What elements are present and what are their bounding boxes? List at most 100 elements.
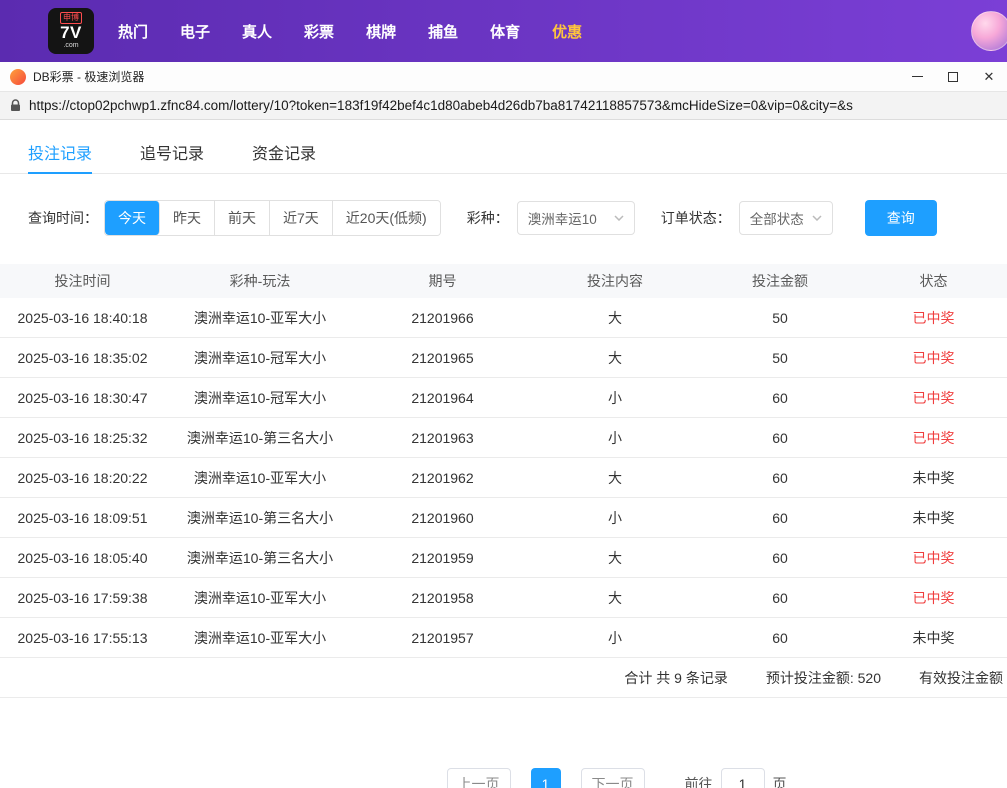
goto-page-group: 前往 页 [685,768,787,788]
goto-label: 前往 [684,776,713,788]
cell-game-play: 澳洲幸运10-冠军大小 [193,389,327,406]
user-avatar[interactable] [971,11,1007,51]
tab-chase-records[interactable]: 追号记录 [140,130,204,173]
goto-suffix: 页 [772,776,787,788]
cell-bet-content: 大 [608,349,622,366]
time-filter-button[interactable]: 前天 [215,201,270,235]
nav-item-slots[interactable]: 电子 [180,21,210,42]
cell-bet-amount: 60 [772,589,788,606]
tab-fund-records[interactable]: 资金记录 [252,130,316,173]
minimize-button[interactable] [899,62,935,92]
cell-bet-time: 2025-03-16 18:35:02 [17,349,148,366]
cell-bet-content: 小 [608,429,622,446]
cell-bet-amount: 60 [772,429,788,446]
browser-titlebar: DB彩票 - 极速浏览器 ✕ [0,62,1007,92]
cell-status: 已中奖 [912,549,955,566]
summary-valid-amount: 有效投注金额 [919,669,1003,686]
cell-bet-amount: 50 [772,349,788,366]
brand-logo[interactable]: 申博 7V .com [48,8,94,54]
tab-bet-records[interactable]: 投注记录 [28,130,93,174]
titlebar-left: DB彩票 - 极速浏览器 [10,68,144,85]
cell-bet-time: 2025-03-16 18:25:32 [17,429,148,446]
table-row: 2025-03-16 18:05:40 澳洲幸运10-第三名大小 21201959 大… [0,538,1007,578]
nav-item-promo[interactable]: 优惠 [552,21,582,42]
column-header: 投注时间 [54,273,111,289]
nav-item-fishing[interactable]: 捕鱼 [428,21,458,42]
cell-issue-number: 21201963 [411,429,474,446]
nav-items: 热门 电子 真人 彩票 棋牌 捕鱼 体育 优惠 [102,21,598,42]
cell-bet-time: 2025-03-16 17:59:38 [17,589,148,606]
nav-item-sports[interactable]: 体育 [490,21,520,42]
goto-page-input[interactable] [720,768,765,788]
chevron-down-icon [614,215,624,221]
status-select[interactable]: 全部状态 [738,201,833,235]
cell-game-play: 澳洲幸运10-第三名大小 [186,429,334,446]
column-header: 状态 [919,273,948,289]
cell-bet-content: 大 [608,469,622,486]
cell-status: 未中奖 [912,509,955,526]
next-page-button[interactable]: 下一页 [580,768,645,788]
cell-bet-content: 大 [608,549,622,566]
cell-bet-content: 大 [608,589,622,606]
cell-bet-time: 2025-03-16 18:09:51 [17,509,148,526]
cell-game-play: 澳洲幸运10-亚军大小 [193,629,327,646]
nav-item-live[interactable]: 真人 [242,21,272,42]
url-bar[interactable]: https://ctop02pchwp1.zfnc84.com/lottery/… [0,92,1007,120]
close-button[interactable]: ✕ [971,62,1007,92]
time-filter-button[interactable]: 近20天(低频) [332,201,440,235]
time-filter-button[interactable]: 近7天 [270,201,333,235]
cell-issue-number: 21201964 [411,389,474,406]
cell-status: 已中奖 [912,309,955,326]
chevron-down-icon [812,215,822,221]
table-body: 2025-03-16 18:40:18 澳洲幸运10-亚军大小 21201966 大 5… [0,298,1007,658]
time-filter-button[interactable]: 今天 [105,201,160,235]
status-filter-label: 订单状态： [660,210,731,226]
brand-logo-domain: .com [63,42,79,49]
cell-game-play: 澳洲幸运10-冠军大小 [193,349,327,366]
cell-game-play: 澳洲幸运10-亚军大小 [193,469,327,486]
nav-item-lottery[interactable]: 彩票 [304,21,334,42]
search-button[interactable]: 查询 [864,200,937,236]
cell-bet-amount: 60 [772,469,788,486]
time-filter-label: 查询时间： [28,210,98,226]
cell-bet-amount: 60 [772,509,788,526]
screen: 申博 7V .com 热门 电子 真人 彩票 棋牌 捕鱼 体育 优惠 DB彩票 - 极速浏览器… [0,0,1007,788]
nav-item-cards[interactable]: 棋牌 [366,21,396,42]
prev-page-button[interactable]: 上一页 [446,768,511,788]
lottery-records-page: 投注记录 追号记录 资金记录 查询时间： 今天 昨天 前天 近7天 近20天(低频) 彩种：… [0,120,1007,788]
lottery-select-value: 澳洲幸运10 [527,212,597,227]
time-filter-button[interactable]: 昨天 [160,201,215,235]
column-header: 投注金额 [752,273,808,289]
maximize-icon [948,71,958,82]
minimize-icon [911,76,923,77]
maximize-button[interactable] [935,62,971,92]
cell-game-play: 澳洲幸运10-第三名大小 [186,509,334,526]
cell-issue-number: 21201962 [411,469,474,486]
cell-status: 已中奖 [912,389,955,406]
filter-bar: 查询时间： 今天 昨天 前天 近7天 近20天(低频) 彩种： 澳洲幸运10 订单状态：… [0,200,1007,236]
brand-logo-text: 7V [60,23,82,42]
table-row: 2025-03-16 18:09:51 澳洲幸运10-第三名大小 21201960 小… [0,498,1007,538]
lock-icon [11,99,20,111]
top-navigation: 申博 7V .com 热门 电子 真人 彩票 棋牌 捕鱼 体育 优惠 [0,0,1007,62]
cell-issue-number: 21201965 [411,349,474,366]
cell-bet-amount: 60 [772,629,788,646]
cell-bet-time: 2025-03-16 18:05:40 [17,549,148,566]
summary-expected-amount: 预计投注金额: 520 [765,669,881,686]
column-header: 投注内容 [587,273,643,289]
cell-status: 已中奖 [912,429,955,446]
cell-issue-number: 21201966 [411,309,474,326]
column-header: 彩种-玩法 [229,273,291,289]
cell-bet-content: 大 [608,309,622,326]
current-page-button[interactable]: 1 [530,768,561,788]
cell-bet-amount: 60 [772,549,788,566]
lottery-select[interactable]: 澳洲幸运10 [516,201,635,235]
time-filter-group: 今天 昨天 前天 近7天 近20天(低频) [104,200,441,236]
cell-issue-number: 21201957 [411,629,474,646]
cell-status: 未中奖 [912,469,955,486]
nav-item-hot[interactable]: 热门 [118,21,148,42]
url-text: https://ctop02pchwp1.zfnc84.com/lottery/… [29,98,853,113]
table-row: 2025-03-16 17:55:13 澳洲幸运10-亚军大小 21201957 小 6… [0,618,1007,658]
cell-issue-number: 21201958 [411,589,474,606]
bet-records-table: 投注时间 彩种-玩法 期号 投注内容 投注金额 状态 2025-03-16 18:40:1… [0,264,1007,698]
